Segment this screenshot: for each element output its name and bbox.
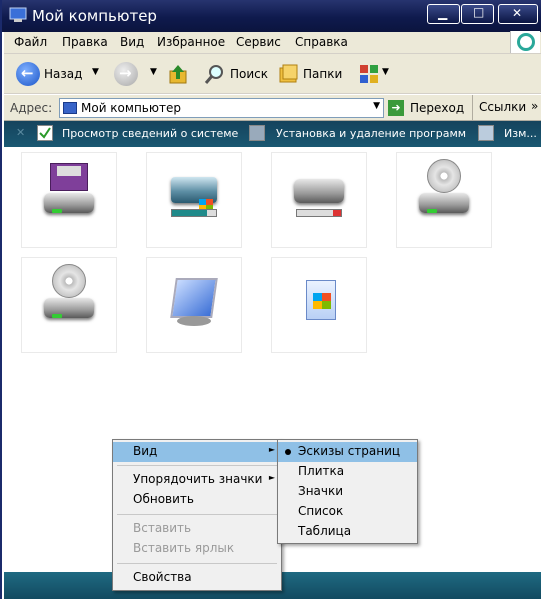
selected-radio-dot-icon <box>285 449 291 455</box>
context-item-arrange-icons[interactable]: Упорядочить значки ► <box>113 470 281 490</box>
my-computer-small-icon <box>63 102 77 114</box>
search-icon[interactable] <box>204 63 226 85</box>
item-local-disk-system[interactable] <box>146 152 242 248</box>
task-add-remove-programs[interactable]: Установка и удаление программ <box>276 127 466 140</box>
task-change-setting[interactable]: Изм... <box>504 127 537 140</box>
add-remove-programs-icon <box>249 125 265 141</box>
go-arrow-icon: ➜ <box>388 100 404 116</box>
menu-separator <box>117 514 277 515</box>
back-dropdown-icon[interactable]: ▼ <box>92 67 99 77</box>
menu-separator <box>117 563 277 564</box>
views-icon[interactable] <box>358 63 380 85</box>
item-shared-documents[interactable] <box>271 257 367 353</box>
submenu-item-tiles[interactable]: Плитка <box>278 462 417 482</box>
windows-throbber-icon <box>510 31 540 53</box>
title-bar[interactable]: Мой компьютер ▁ □ ✕ <box>2 0 541 32</box>
submenu-arrow-icon: ► <box>268 445 275 454</box>
address-dropdown-icon[interactable]: ▼ <box>373 101 380 111</box>
menu-separator <box>117 465 277 466</box>
menu-favorites[interactable]: Избранное <box>157 35 225 49</box>
window-title: Мой компьютер <box>32 7 157 25</box>
go-button-label: Переход <box>410 101 465 115</box>
folders-icon[interactable] <box>278 63 300 85</box>
my-computer-icon <box>9 7 27 22</box>
context-item-paste-shortcut: Вставить ярлык <box>133 541 235 555</box>
task-links-bar: ✕ Просмотр сведений о системе Установка … <box>4 121 541 147</box>
context-menu: Вид ► Упорядочить значки ► Обновить Встави… <box>112 439 282 591</box>
task-view-system-info[interactable]: Просмотр сведений о системе <box>62 127 238 140</box>
close-button[interactable]: ✕ <box>498 4 538 24</box>
item-control-panel[interactable] <box>146 257 242 353</box>
search-button-label[interactable]: Поиск <box>230 67 268 81</box>
links-label: Ссылки <box>479 100 527 114</box>
minimize-button[interactable]: ▁ <box>427 4 460 24</box>
up-folder-icon[interactable] <box>166 63 190 87</box>
back-arrow-icon[interactable]: ← <box>16 62 40 86</box>
view-submenu: Эскизы страниц Плитка Значки Список Табл… <box>277 439 418 544</box>
menu-tools[interactable]: Сервис <box>236 35 281 49</box>
forward-arrow-icon[interactable]: → <box>114 62 138 86</box>
address-input[interactable]: Мой компьютер ▼ <box>59 98 384 118</box>
views-dropdown-icon[interactable]: ▼ <box>382 67 389 77</box>
links-chevron-icon[interactable]: » <box>531 99 538 113</box>
address-bar: Адрес: Мой компьютер ▼ ➜ Переход Ссылки … <box>4 95 541 121</box>
submenu-item-details[interactable]: Таблица <box>278 522 417 542</box>
address-value: Мой компьютер <box>81 101 181 115</box>
menu-bar: Файл Правка Вид Избранное Сервис Справка <box>4 31 541 54</box>
item-local-disk[interactable] <box>271 152 367 248</box>
submenu-arrow-icon: ► <box>268 473 275 482</box>
explorer-window: Мой компьютер ▁ □ ✕ Файл Правка Вид Избр… <box>0 0 541 599</box>
collapse-x-icon[interactable]: ✕ <box>16 126 25 139</box>
item-cd-drive[interactable] <box>396 152 492 248</box>
menu-help[interactable]: Справка <box>295 35 348 49</box>
context-item-paste: Вставить <box>133 521 192 535</box>
menu-edit[interactable]: Правка <box>62 35 108 49</box>
forward-dropdown-icon[interactable]: ▼ <box>150 67 157 77</box>
folders-button-label[interactable]: Папки <box>303 67 342 81</box>
address-label: Адрес: <box>10 101 53 115</box>
toolbar: ← Назад ▼ → ▼ Поиск Папки ▼ <box>4 54 541 94</box>
item-dvd-drive[interactable] <box>21 257 117 353</box>
back-button-label[interactable]: Назад <box>44 67 82 81</box>
submenu-item-list[interactable]: Список <box>278 502 417 522</box>
submenu-item-icons[interactable]: Значки <box>278 482 417 502</box>
links-toolbar[interactable]: Ссылки » <box>472 95 541 121</box>
maximize-button[interactable]: □ <box>461 4 494 24</box>
change-setting-icon <box>478 125 494 141</box>
item-floppy-drive[interactable] <box>21 152 117 248</box>
context-item-refresh[interactable]: Обновить <box>113 490 281 510</box>
context-item-view[interactable]: Вид ► <box>113 442 281 462</box>
system-info-icon <box>37 125 53 141</box>
context-item-properties[interactable]: Свойства <box>113 568 281 588</box>
submenu-item-thumbnails[interactable]: Эскизы страниц <box>278 442 417 462</box>
menu-view[interactable]: Вид <box>120 35 144 49</box>
menu-file[interactable]: Файл <box>14 35 47 49</box>
